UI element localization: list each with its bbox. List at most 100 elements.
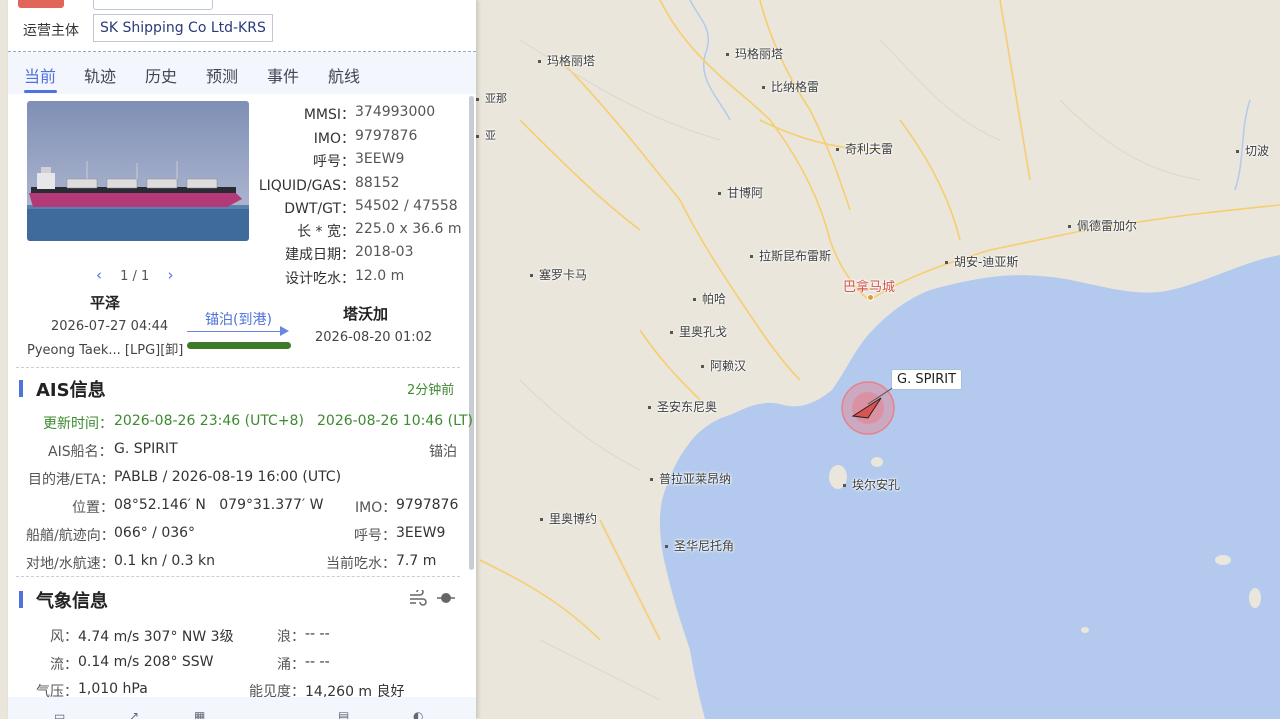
departure-port[interactable]: 平泽 bbox=[90, 292, 120, 313]
spec-value-design-draft: 12.0 m bbox=[355, 268, 405, 284]
tab-forecast[interactable]: 预测 bbox=[206, 63, 238, 87]
place-chilifuray: 奇利夫雷 bbox=[836, 140, 893, 157]
spec-label: LIQUID/GAS： bbox=[258, 178, 355, 194]
spec-value-dwt-gt: 54502 / 47558 bbox=[355, 198, 458, 214]
spec-value-build-date: 2018-03 bbox=[355, 244, 414, 260]
operator-label: 运营主体 bbox=[23, 23, 79, 39]
arrival-time: 2026-08-20 01:02 bbox=[315, 330, 433, 345]
calendar-icon[interactable]: ▤ bbox=[338, 709, 349, 719]
ais-callsign-value: 3EEW9 bbox=[396, 525, 446, 541]
swell-value: -- -- bbox=[305, 654, 330, 670]
ais-section-title: AIS信息 bbox=[36, 380, 106, 401]
top-select-box[interactable] bbox=[93, 0, 213, 10]
speed-label: 对地/水航速： bbox=[26, 556, 115, 572]
section-marker bbox=[19, 591, 23, 608]
spec-label: DWT/GT： bbox=[284, 201, 355, 217]
spec-value-dimensions: 225.0 x 36.6 m bbox=[355, 221, 462, 237]
departure-detail: Pyeong Taek... [LPG][卸] bbox=[27, 343, 184, 358]
list-icon[interactable]: ▭ bbox=[54, 709, 65, 719]
spec-label: 设计吃水： bbox=[285, 271, 355, 287]
panama-city-dot bbox=[867, 294, 874, 301]
place-san-juanito-cape: 圣华尼托角 bbox=[665, 537, 734, 554]
place-binagrey: 比纳格雷 bbox=[762, 78, 819, 95]
voyage-status: 锚泊(到港) bbox=[205, 312, 272, 328]
tab-events[interactable]: 事件 bbox=[267, 63, 299, 87]
current-draft-label: 当前吃水： bbox=[326, 556, 396, 572]
place-las-cumbres: 拉斯昆布雷斯 bbox=[750, 247, 831, 264]
section-marker bbox=[19, 380, 23, 397]
tab-bar: 当前 轨迹 历史 预测 事件 航线 bbox=[8, 52, 476, 94]
place-arraijan: 阿赖汉 bbox=[701, 357, 746, 374]
speed-value: 0.1 kn / 0.3 kn bbox=[114, 553, 216, 569]
spec-label: MMSI： bbox=[303, 107, 355, 123]
place-panama-city[interactable]: 巴拿马城 bbox=[843, 276, 895, 295]
panel-scrollbar[interactable] bbox=[469, 96, 474, 570]
departure-time: 2026-07-27 04:44 bbox=[51, 319, 169, 334]
ship-map-label[interactable]: G. SPIRIT bbox=[892, 370, 962, 389]
position-value: 08°52.146′ N 079°31.377′ W bbox=[114, 497, 324, 513]
ais-name-label: AIS船名： bbox=[48, 444, 113, 460]
current-draft-value: 7.7 m bbox=[396, 553, 437, 569]
heading-value: 066° / 036° bbox=[114, 525, 196, 541]
voyage-progress-bar bbox=[187, 342, 291, 349]
ais-imo-value: 9797876 bbox=[396, 497, 459, 513]
vessel-photo[interactable] bbox=[27, 101, 249, 241]
divider bbox=[16, 576, 460, 577]
spec-value-mmsi: 374993000 bbox=[355, 104, 436, 120]
arrival-port[interactable]: 塔沃加 bbox=[343, 303, 388, 324]
spec-value-liquid-gas: 88152 bbox=[355, 175, 400, 191]
heading-label: 船艏/航迹向： bbox=[26, 528, 115, 544]
place-cerro-cama: 塞罗卡马 bbox=[530, 266, 587, 283]
place-juan-diaz: 胡安-迪亚斯 bbox=[945, 253, 1018, 270]
destination-value: PABLB / 2026-08-19 16:00 (UTC) bbox=[114, 469, 342, 485]
place-pedregal: 佩德雷加尔 bbox=[1068, 217, 1137, 234]
place-partial-1: 亚那 bbox=[476, 90, 507, 106]
operator-value[interactable]: SK Shipping Co Ltd-KRS bbox=[93, 14, 273, 42]
tab-track[interactable]: 轨迹 bbox=[84, 63, 116, 87]
wind-icon[interactable] bbox=[408, 588, 428, 610]
place-margarita-east: 玛格丽塔 bbox=[726, 45, 783, 62]
ocean-current-label: 流： bbox=[50, 657, 78, 673]
spec-label: IMO： bbox=[313, 131, 355, 147]
top-action-button[interactable] bbox=[18, 0, 64, 8]
swell-label: 涌： bbox=[277, 657, 305, 673]
wind-label: 风： bbox=[50, 629, 78, 645]
place-playa-leona: 普拉亚莱昂纳 bbox=[650, 470, 731, 487]
ais-updated-ago: 2分钟前 bbox=[407, 383, 455, 398]
tab-history[interactable]: 历史 bbox=[145, 63, 177, 87]
spec-label: 建成日期： bbox=[285, 247, 355, 263]
place-chepo: 切波 bbox=[1236, 142, 1269, 159]
place-rio-congo: 里奥孔戈 bbox=[670, 323, 727, 340]
tab-routes[interactable]: 航线 bbox=[328, 63, 360, 87]
wind-value: 4.74 m/s 307° NW 3级 bbox=[78, 629, 234, 645]
bottom-toolbar bbox=[8, 697, 476, 719]
spec-label: 呼号： bbox=[313, 154, 355, 170]
spec-label: 长 * 宽： bbox=[297, 224, 355, 240]
globe-icon[interactable]: ◐ bbox=[413, 709, 423, 719]
vessel-info-panel: 运营主体 SK Shipping Co Ltd-KRS 当前 轨迹 历史 预测 … bbox=[8, 0, 476, 719]
place-rio-bayo: 里奥博约 bbox=[540, 510, 597, 527]
arrow-right-icon bbox=[280, 326, 289, 336]
position-label: 位置： bbox=[72, 500, 114, 516]
pressure-value: 1,010 hPa bbox=[78, 681, 148, 697]
current-icon[interactable] bbox=[436, 590, 456, 610]
weather-section-title: 气象信息 bbox=[36, 591, 108, 612]
wave-value: -- -- bbox=[305, 626, 330, 642]
divider bbox=[16, 367, 460, 368]
place-margarita-west: 玛格丽塔 bbox=[538, 52, 595, 69]
voyage-arrow-line bbox=[187, 331, 287, 332]
nav-status: 锚泊 bbox=[429, 444, 457, 460]
spec-value-imo: 9797876 bbox=[355, 128, 418, 144]
tab-active-indicator bbox=[24, 90, 57, 93]
update-time-utc: 2026-08-26 23:46 (UTC+8) bbox=[114, 413, 304, 429]
tab-current[interactable]: 当前 bbox=[24, 63, 56, 87]
update-time-local: 2026-08-26 10:46 (LT) bbox=[317, 413, 473, 429]
ais-imo-label: IMO： bbox=[355, 500, 397, 516]
update-time-label: 更新时间： bbox=[43, 416, 113, 432]
place-san-antonio: 圣安东尼奥 bbox=[648, 398, 717, 415]
share-icon[interactable]: ↗ bbox=[129, 709, 139, 719]
ais-name-value: G. SPIRIT bbox=[114, 441, 178, 457]
place-gamboa: 甘博阿 bbox=[718, 184, 763, 201]
chart-icon[interactable]: ▦ bbox=[194, 709, 205, 719]
place-partial-2: 亚 bbox=[476, 127, 496, 143]
